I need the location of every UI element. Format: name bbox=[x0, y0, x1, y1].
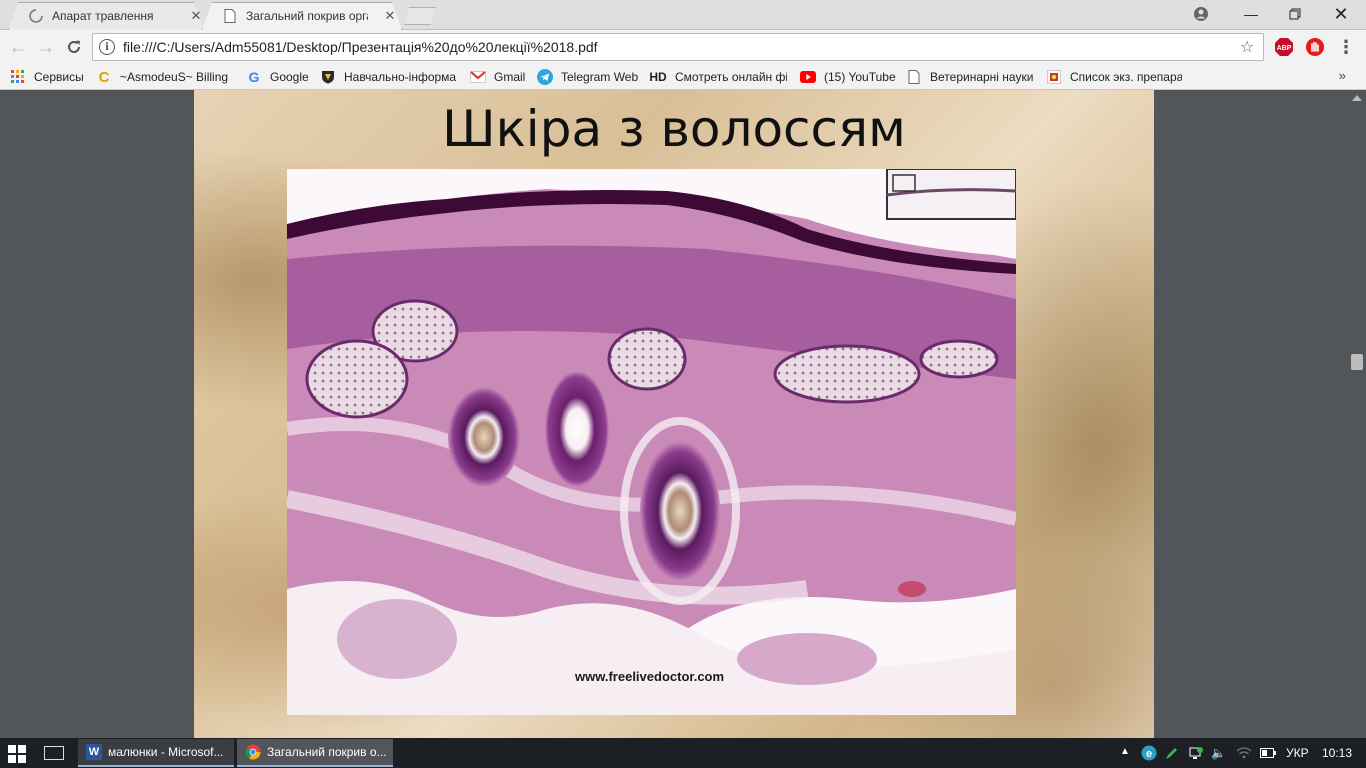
telegram-icon bbox=[537, 69, 553, 85]
bookmark-star-icon[interactable]: ☆ bbox=[1237, 37, 1257, 57]
tab-digestive[interactable]: Апарат травлення ✕ bbox=[8, 2, 204, 30]
show-hidden-icons[interactable]: ▲ bbox=[1120, 746, 1130, 757]
back-button[interactable]: ← bbox=[6, 35, 30, 59]
menu-icon[interactable]: ⋮ bbox=[1336, 37, 1356, 57]
shield-logo-icon bbox=[320, 69, 336, 85]
tab-integument[interactable]: Загальний покрив орган ✕ bbox=[202, 2, 402, 30]
site-logo-icon bbox=[1046, 69, 1062, 85]
image-watermark: www.freelivedoctor.com bbox=[575, 669, 725, 684]
browser-toolbar: ← → i file:///C:/Users/Adm55081/Desktop/… bbox=[0, 30, 1366, 64]
svg-text:ABP: ABP bbox=[1277, 45, 1292, 52]
bookmark-google[interactable]: G Google bbox=[246, 68, 309, 86]
close-window-button[interactable]: ✕ bbox=[1318, 0, 1364, 28]
google-icon: G bbox=[248, 69, 260, 85]
loading-spinner-icon bbox=[28, 8, 44, 24]
scroll-up-arrow-icon[interactable] bbox=[1352, 95, 1362, 101]
bookmark-asmodeus[interactable]: C ~AsmodeuS~ Billing bbox=[96, 68, 236, 86]
pdf-page: Шкіра з волоссям www.freelivedoctor.com bbox=[194, 90, 1154, 738]
page-icon bbox=[906, 69, 922, 85]
gmail-icon bbox=[470, 69, 486, 85]
c-logo-icon: C bbox=[98, 68, 110, 86]
battery-icon[interactable] bbox=[1260, 747, 1276, 761]
bookmarks-bar: Сервисы C ~AsmodeuS~ Billing G Google На… bbox=[0, 64, 1366, 90]
profile-icon[interactable] bbox=[1178, 0, 1224, 28]
bookmark-vet-sciences[interactable]: Ветеринарні науки bbox=[906, 68, 1033, 86]
pdf-viewer[interactable]: Шкіра з волоссям www.freelivedoctor.com bbox=[0, 90, 1366, 738]
taskbar-app-chrome[interactable]: Загальний покрив о... bbox=[237, 739, 393, 767]
tab-strip: Апарат травлення ✕ Загальний покрив орга… bbox=[0, 0, 1366, 30]
bookmark-gmail[interactable]: Gmail bbox=[470, 68, 525, 86]
vertical-scrollbar[interactable] bbox=[1349, 90, 1366, 738]
reload-button[interactable] bbox=[62, 35, 86, 59]
word-icon: W bbox=[86, 744, 102, 760]
network-tray-icon[interactable] bbox=[1188, 745, 1204, 764]
svg-text:e: e bbox=[1146, 748, 1152, 760]
more-bookmarks-button[interactable]: » bbox=[1339, 68, 1346, 83]
bookmark-telegram[interactable]: Telegram Web bbox=[537, 68, 638, 86]
tab-title: Загальний покрив орган bbox=[246, 9, 368, 23]
scroll-thumb[interactable] bbox=[1351, 354, 1363, 370]
apps-grid-icon bbox=[10, 69, 26, 85]
bookmark-watch-online[interactable]: HD Смотреть онлайн фі bbox=[649, 68, 787, 86]
pen-tray-icon[interactable] bbox=[1164, 745, 1180, 764]
wifi-icon[interactable] bbox=[1236, 746, 1252, 763]
minimize-button[interactable]: — bbox=[1228, 0, 1274, 28]
forward-button[interactable]: → bbox=[34, 35, 58, 59]
close-icon[interactable]: ✕ bbox=[382, 8, 398, 24]
url-text[interactable]: file:///C:/Users/Adm55081/Desktop/Презен… bbox=[123, 39, 1237, 55]
slide-title: Шкіра з волоссям bbox=[442, 100, 906, 158]
adblock-hand-icon[interactable] bbox=[1305, 37, 1325, 57]
restore-button[interactable] bbox=[1272, 0, 1318, 28]
close-icon[interactable]: ✕ bbox=[188, 8, 204, 24]
task-view-icon[interactable] bbox=[44, 746, 64, 760]
windows-start-icon[interactable] bbox=[8, 745, 26, 763]
hd-icon: HD bbox=[649, 70, 667, 84]
bookmark-services[interactable]: Сервисы bbox=[10, 68, 84, 86]
bookmark-educational[interactable]: Навчально-інформа bbox=[320, 68, 456, 86]
document-icon bbox=[222, 8, 238, 24]
youtube-icon bbox=[800, 69, 816, 85]
bookmark-exam-list[interactable]: Список экз. препара bbox=[1046, 68, 1182, 86]
new-tab-button[interactable] bbox=[404, 7, 436, 25]
taskbar-app-word[interactable]: W малюнки - Microsof... bbox=[78, 739, 234, 767]
bookmark-youtube[interactable]: (15) YouTube bbox=[800, 68, 896, 86]
histology-image: www.freelivedoctor.com bbox=[287, 169, 1016, 715]
tab-title: Апарат травлення bbox=[52, 9, 154, 23]
address-bar[interactable]: i file:///C:/Users/Adm55081/Desktop/През… bbox=[92, 33, 1264, 61]
windows-taskbar: W малюнки - Microsof... Загальний покрив… bbox=[0, 738, 1366, 768]
input-language[interactable]: УКР bbox=[1286, 746, 1309, 760]
clock[interactable]: 10:13 bbox=[1322, 746, 1352, 760]
info-icon[interactable]: i bbox=[99, 39, 115, 55]
e-app-tray-icon[interactable]: e bbox=[1141, 745, 1157, 764]
adblock-plus-icon[interactable]: ABP bbox=[1274, 37, 1294, 57]
chrome-icon bbox=[245, 744, 261, 760]
volume-icon[interactable]: 🔈 bbox=[1211, 746, 1226, 760]
